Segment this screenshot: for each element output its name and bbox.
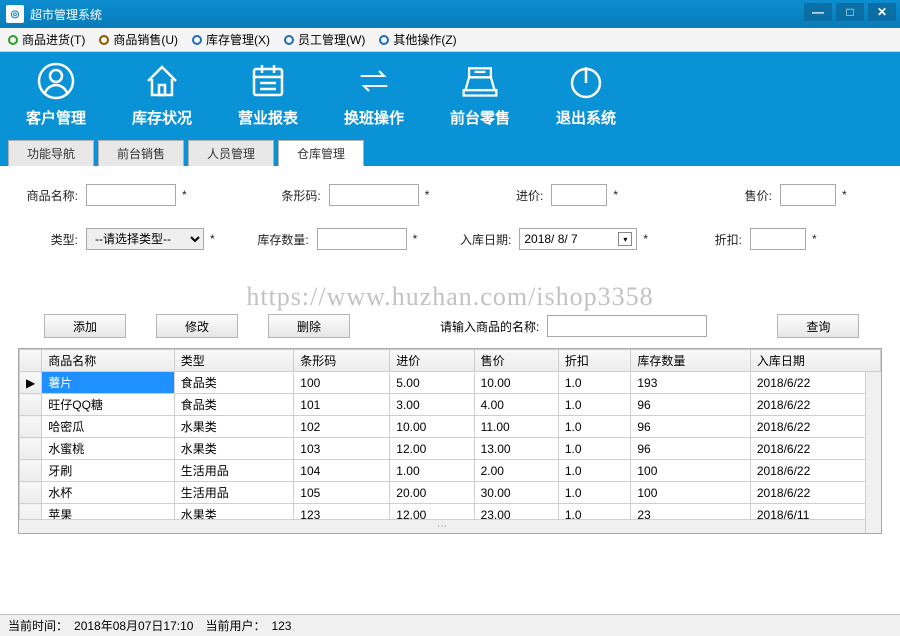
column-header[interactable]: 商品名称 bbox=[42, 350, 175, 372]
menu-item-purchase[interactable]: 商品进货(T) bbox=[8, 31, 85, 48]
table-row[interactable]: 水蜜桃水果类10312.0013.001.0962018/6/22 bbox=[20, 438, 881, 460]
tab-warehouse[interactable]: 仓库管理 bbox=[278, 140, 364, 166]
edit-button[interactable]: 修改 bbox=[156, 314, 238, 338]
tabbar: 功能导航 前台销售 人员管理 仓库管理 bbox=[0, 136, 900, 166]
label-product-name: 商品名称: bbox=[14, 187, 78, 204]
column-header[interactable]: 折扣 bbox=[558, 350, 631, 372]
menu-item-stock[interactable]: 库存管理(X) bbox=[192, 31, 270, 48]
data-grid[interactable]: 商品名称类型条形码进价售价折扣库存数量入库日期▶薯片食品类1005.0010.0… bbox=[18, 348, 882, 534]
calendar-dropdown-icon[interactable]: ▾ bbox=[618, 232, 632, 246]
column-header[interactable]: 入库日期 bbox=[750, 350, 880, 372]
circle-icon bbox=[192, 35, 202, 45]
column-header[interactable]: 条形码 bbox=[294, 350, 390, 372]
calendar-icon bbox=[248, 61, 288, 101]
search-input[interactable] bbox=[547, 315, 707, 337]
tab-staff[interactable]: 人员管理 bbox=[188, 140, 274, 166]
statusbar: 当前时间： 2018年08月07日17:10 当前用户： 123 bbox=[0, 614, 900, 636]
label-cost-price: 进价: bbox=[479, 187, 543, 204]
circle-icon bbox=[8, 35, 18, 45]
tool-exit[interactable]: 退出系统 bbox=[542, 61, 630, 128]
status-time-value: 2018年08月07日17:10 bbox=[74, 617, 193, 634]
power-icon bbox=[566, 61, 606, 101]
menu-item-other[interactable]: 其他操作(Z) bbox=[379, 31, 456, 48]
tool-shift[interactable]: 换班操作 bbox=[330, 61, 418, 128]
swap-icon bbox=[354, 61, 394, 101]
tab-pos[interactable]: 前台销售 bbox=[98, 140, 184, 166]
app-icon: ◎ bbox=[6, 5, 24, 23]
status-user-value: 123 bbox=[271, 619, 291, 633]
column-header[interactable]: 进价 bbox=[390, 350, 474, 372]
table-row[interactable]: 哈密瓜水果类10210.0011.001.0962018/6/22 bbox=[20, 416, 881, 438]
table-row[interactable]: 旺仔QQ糖食品类1013.004.001.0962018/6/22 bbox=[20, 394, 881, 416]
label-barcode: 条形码: bbox=[257, 187, 321, 204]
menu-item-sales[interactable]: 商品销售(U) bbox=[99, 31, 178, 48]
user-icon bbox=[36, 61, 76, 101]
query-button[interactable]: 查询 bbox=[777, 314, 859, 338]
tool-report[interactable]: 营业报表 bbox=[224, 61, 312, 128]
search-label: 请输入商品的名称: bbox=[440, 318, 539, 335]
window-title: 超市管理系统 bbox=[30, 6, 102, 23]
column-header[interactable]: 售价 bbox=[474, 350, 558, 372]
close-button[interactable]: ✕ bbox=[868, 3, 896, 21]
tool-customer[interactable]: 客户管理 bbox=[12, 61, 100, 128]
label-sale-price: 售价: bbox=[708, 187, 772, 204]
column-header[interactable]: 类型 bbox=[174, 350, 294, 372]
label-stock-qty: 库存数量: bbox=[245, 231, 309, 248]
workarea: 商品名称: * 条形码: * 进价: * 售价: * 类型: --请选择类型--… bbox=[0, 166, 900, 540]
input-stock-qty[interactable] bbox=[317, 228, 407, 250]
circle-icon bbox=[284, 35, 294, 45]
table-row[interactable]: ▶薯片食品类1005.0010.001.01932018/6/22 bbox=[20, 372, 881, 394]
label-discount: 折扣: bbox=[678, 231, 742, 248]
circle-icon bbox=[379, 35, 389, 45]
tool-inventory[interactable]: 库存状况 bbox=[118, 61, 206, 128]
delete-button[interactable]: 删除 bbox=[268, 314, 350, 338]
vertical-scrollbar[interactable] bbox=[865, 372, 881, 533]
input-sale-price[interactable] bbox=[780, 184, 836, 206]
cash-register-icon bbox=[460, 61, 500, 101]
house-icon bbox=[142, 61, 182, 101]
window-titlebar: ◎ 超市管理系统 — □ ✕ bbox=[0, 0, 900, 28]
input-in-date[interactable]: 2018/ 8/ 7 ▾ bbox=[519, 228, 637, 250]
add-button[interactable]: 添加 bbox=[44, 314, 126, 338]
select-type[interactable]: --请选择类型-- bbox=[86, 228, 204, 250]
tool-pos[interactable]: 前台零售 bbox=[436, 61, 524, 128]
label-in-date: 入库日期: bbox=[447, 231, 511, 248]
label-type: 类型: bbox=[14, 231, 78, 248]
toolbar: 客户管理 库存状况 营业报表 换班操作 前台零售 退出系统 bbox=[0, 52, 900, 136]
input-barcode[interactable] bbox=[329, 184, 419, 206]
minimize-button[interactable]: — bbox=[804, 3, 832, 21]
circle-icon bbox=[99, 35, 109, 45]
input-discount[interactable] bbox=[750, 228, 806, 250]
input-cost-price[interactable] bbox=[551, 184, 607, 206]
tab-nav[interactable]: 功能导航 bbox=[8, 140, 94, 166]
maximize-button[interactable]: □ bbox=[836, 3, 864, 21]
input-product-name[interactable] bbox=[86, 184, 176, 206]
menu-item-staff[interactable]: 员工管理(W) bbox=[284, 31, 365, 48]
menubar: 商品进货(T) 商品销售(U) 库存管理(X) 员工管理(W) 其他操作(Z) bbox=[0, 28, 900, 52]
horizontal-scrollbar[interactable]: ⋯ bbox=[19, 519, 865, 533]
column-header[interactable]: 库存数量 bbox=[631, 350, 751, 372]
status-time-label: 当前时间： bbox=[8, 617, 68, 634]
table-row[interactable]: 水杯生活用品10520.0030.001.01002018/6/22 bbox=[20, 482, 881, 504]
table-row[interactable]: 牙刷生活用品1041.002.001.01002018/6/22 bbox=[20, 460, 881, 482]
status-user-label: 当前用户： bbox=[205, 617, 265, 634]
